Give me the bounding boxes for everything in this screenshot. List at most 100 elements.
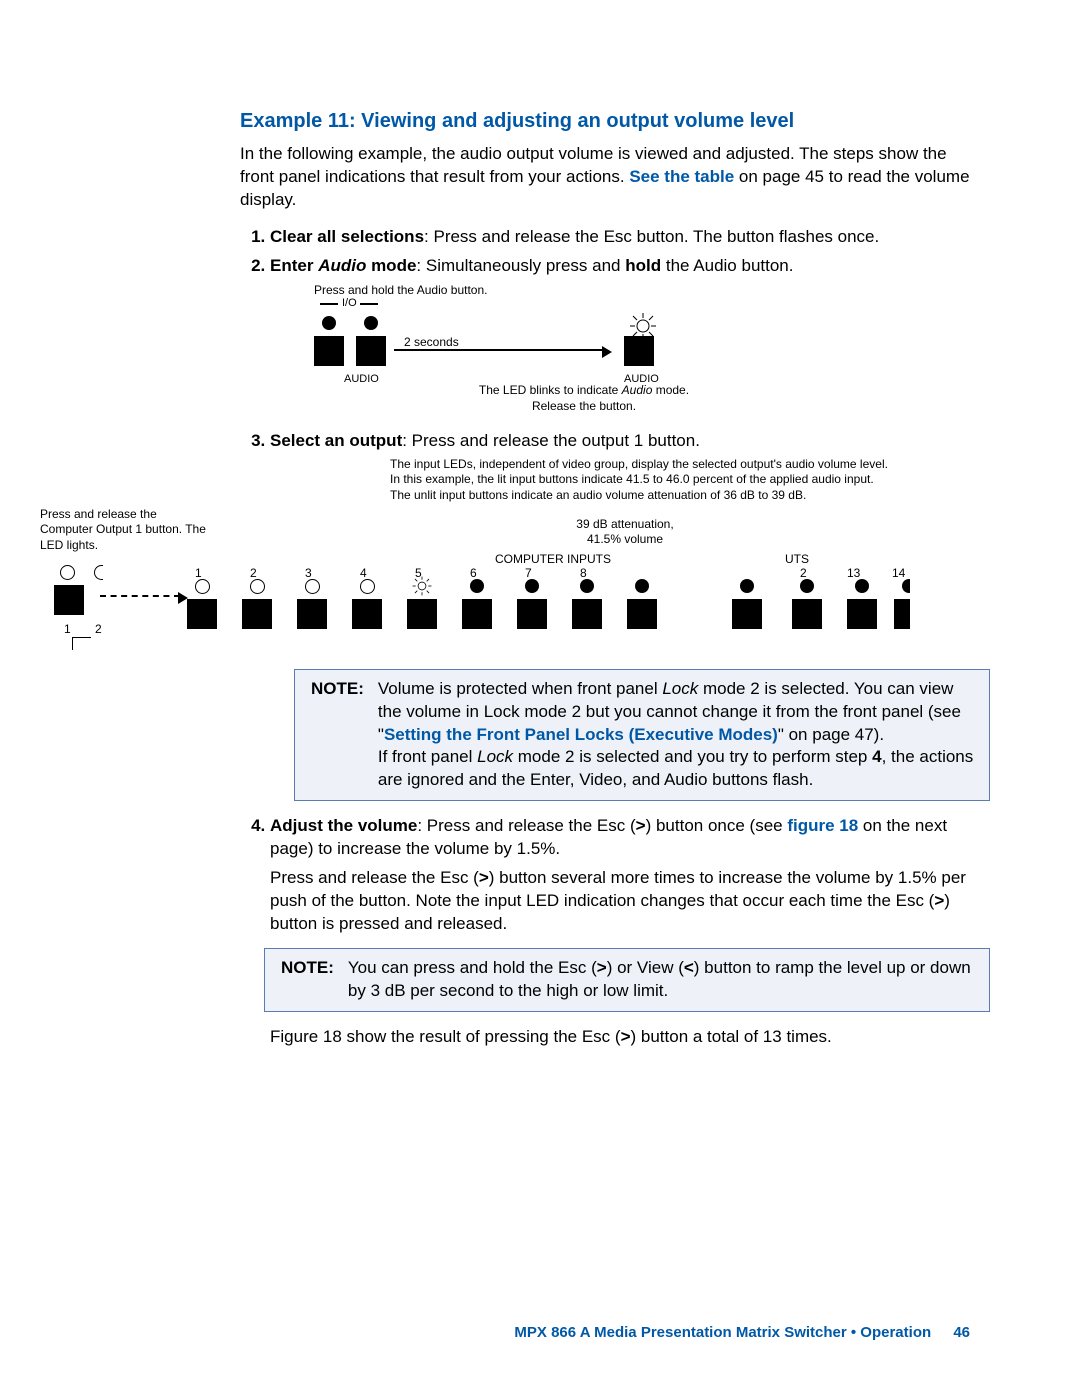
d2-led-filled xyxy=(635,579,649,593)
d2-led-filled xyxy=(580,579,594,593)
d2-led-filled xyxy=(740,579,754,593)
step4-link[interactable]: figure 18 xyxy=(787,816,858,835)
d2-top1: The input LEDs, independent of video gro… xyxy=(390,457,910,473)
step4-gt-1: > xyxy=(636,816,646,835)
intro-paragraph: In the following example, the audio outp… xyxy=(240,143,970,212)
d2-input-button xyxy=(187,599,217,629)
d1-io-label: I/O xyxy=(342,296,357,311)
step-4: Adjust the volume: Press and release the… xyxy=(270,815,970,861)
d2-led-empty xyxy=(195,579,210,594)
d1-press-text: Press and hold the Audio button. xyxy=(314,282,487,298)
step1-bold: Clear all selections xyxy=(270,227,424,246)
d2-input-button xyxy=(732,599,762,629)
note2-b: ) or View ( xyxy=(607,958,684,977)
d1-button-1 xyxy=(314,336,344,366)
note-box-1: NOTE: Volume is protected when front pan… xyxy=(294,669,990,802)
note1-body: Volume is protected when front panel Loc… xyxy=(378,678,977,793)
step4-p2-a: Press and release the Esc ( xyxy=(270,868,479,887)
note2-body: You can press and hold the Esc (>) or Vi… xyxy=(348,957,977,1003)
d2-39db-text: 39 dB attenuation, 41.5% volume xyxy=(565,517,685,547)
d2-input-button xyxy=(572,599,602,629)
step4-bold: Adjust the volume xyxy=(270,816,417,835)
figtext-b: ) button a total of 13 times. xyxy=(631,1027,832,1046)
step2-bold-a: Enter xyxy=(270,256,318,275)
intro-link[interactable]: See the table xyxy=(629,167,734,186)
d2-led-filled xyxy=(470,579,484,593)
d2-led-filled xyxy=(800,579,814,593)
d2-top3: The unlit input buttons indicate an audi… xyxy=(390,488,910,504)
d2-out-num-1: 1 xyxy=(64,621,71,637)
d1-led-2 xyxy=(364,316,378,330)
d1-button-2 xyxy=(356,336,386,366)
d2-input-button xyxy=(242,599,272,629)
d2-input-button xyxy=(894,599,910,629)
d2-arrow xyxy=(100,595,180,597)
d1-button-3 xyxy=(624,336,654,366)
footer-page-number: 46 xyxy=(953,1324,970,1341)
page-footer: MPX 866 A Media Presentation Matrix Swit… xyxy=(0,1324,1080,1341)
step2-rest-b: the Audio button. xyxy=(661,256,793,275)
note1-lock-i2: Lock xyxy=(477,747,513,766)
d2-out-button-1 xyxy=(54,585,84,615)
d2-led-filled xyxy=(525,579,539,593)
d2-led-empty xyxy=(360,579,375,594)
diagram-2: The input LEDs, independent of video gro… xyxy=(40,457,910,657)
step3-bold: Select an output xyxy=(270,431,402,450)
step2-audio-italic: Audio xyxy=(318,256,366,275)
step3-rest: : Press and release the output 1 button. xyxy=(402,431,700,450)
d2-computer-inputs-label: COMPUTER INPUTS xyxy=(495,551,611,567)
d1-release: Release the button. xyxy=(532,399,636,413)
d2-input-button xyxy=(847,599,877,629)
d2-led-filled xyxy=(902,579,910,593)
step-3: Select an output: Press and release the … xyxy=(270,430,970,802)
note1-link[interactable]: Setting the Front Panel Locks (Executive… xyxy=(384,725,778,744)
step-2: Enter Audio mode: Simultaneously press a… xyxy=(270,255,970,422)
d1-blink-i: Audio xyxy=(622,383,653,397)
figtext-a: Figure 18 show the result of pressing th… xyxy=(270,1027,621,1046)
step4-para2: Press and release the Esc (>) button sev… xyxy=(270,867,970,1049)
d2-led-empty xyxy=(250,579,265,594)
note1-four: 4 xyxy=(872,747,881,766)
d1-blink-a: The LED blinks to indicate xyxy=(479,383,622,397)
d2-input-button xyxy=(517,599,547,629)
d2-blink-icon xyxy=(411,575,433,601)
d2-out-led-partial xyxy=(94,565,103,580)
note1-a: Volume is protected when front panel xyxy=(378,679,662,698)
note2-label: NOTE: xyxy=(281,957,334,1003)
figure-ref: Figure 18 show the result of pressing th… xyxy=(270,1026,970,1049)
note1-c: " on page 47). xyxy=(778,725,884,744)
note2-gt: > xyxy=(597,958,607,977)
footer-text: MPX 866 A Media Presentation Matrix Swit… xyxy=(514,1324,931,1341)
d1-blink-text: The LED blinks to indicate Audio mode. R… xyxy=(424,382,744,414)
d1-led-1 xyxy=(322,316,336,330)
figtext-gt: > xyxy=(621,1027,631,1046)
d2-input-button xyxy=(627,599,657,629)
d1-2sec-label: 2 seconds xyxy=(404,334,459,350)
step4-gt-2: > xyxy=(479,868,489,887)
d2-input-num: 14 xyxy=(892,565,905,581)
step2-rest-a: : Simultaneously press and xyxy=(416,256,625,275)
note-box-2: NOTE: You can press and hold the Esc (>)… xyxy=(264,948,990,1012)
step2-bold-b: mode xyxy=(366,256,416,275)
d1-audio-label-1: AUDIO xyxy=(344,372,379,387)
d2-input-button xyxy=(462,599,492,629)
d1-blink-b: mode. xyxy=(652,383,689,397)
step2-hold: hold xyxy=(625,256,661,275)
d2-out-led xyxy=(60,565,75,580)
step4-a: : Press and release the Esc ( xyxy=(417,816,635,835)
diagram-1: Press and hold the Audio button. I/O 2 s… xyxy=(294,282,970,422)
step1-rest: : Press and release the Esc button. The … xyxy=(424,227,879,246)
note2-a: You can press and hold the Esc ( xyxy=(348,958,597,977)
example-title: Example 11: Viewing and adjusting an out… xyxy=(240,110,970,133)
note1-lock-i: Lock xyxy=(662,679,698,698)
d2-out-num-2: 2 xyxy=(95,621,102,637)
d2-top-text: The input LEDs, independent of video gro… xyxy=(390,457,910,504)
note1-e: mode 2 is selected and you try to perfor… xyxy=(513,747,872,766)
d2-input-num: 13 xyxy=(847,565,860,581)
d2-led-empty xyxy=(305,579,320,594)
step-1: Clear all selections: Press and release … xyxy=(270,226,970,249)
note1-label: NOTE: xyxy=(311,678,364,793)
d2-press-text: Press and release the Computer Output 1 … xyxy=(40,507,210,554)
note1-d: If front panel xyxy=(378,747,477,766)
document-page: Example 11: Viewing and adjusting an out… xyxy=(0,0,1080,1049)
